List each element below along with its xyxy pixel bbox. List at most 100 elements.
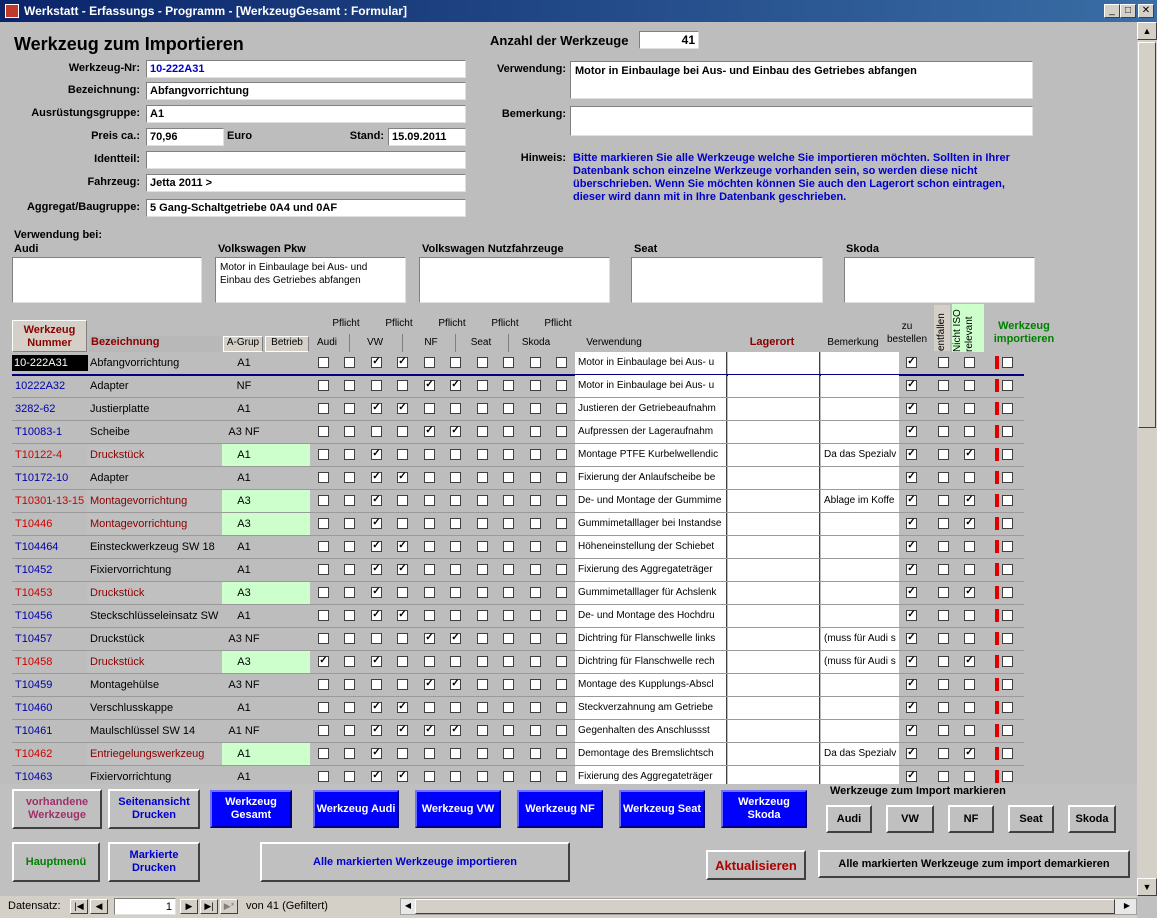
checkbox-nf[interactable] — [450, 518, 461, 529]
a-gruppe[interactable]: A1 — [222, 697, 266, 719]
checkbox-pflicht-skoda[interactable] — [530, 357, 541, 368]
checkbox-pflicht-nf[interactable] — [424, 449, 435, 460]
checkbox-pflicht-seat[interactable] — [477, 380, 488, 391]
checkbox-skoda[interactable] — [556, 518, 567, 529]
verwendung-cell[interactable]: De- und Montage der Gummime — [575, 490, 727, 512]
checkbox-pflicht-skoda[interactable] — [530, 403, 541, 414]
table-row[interactable]: T10462 Entriegelungswerkzeug A1 ✓ Demontage … — [0, 743, 1137, 766]
checkbox-vw[interactable]: ✓ — [397, 771, 408, 782]
checkbox-pflicht-vw[interactable]: ✓ — [371, 725, 382, 736]
verwendung-cell[interactable]: Steckverzahnung am Getriebe — [575, 697, 727, 719]
checkbox-seat[interactable] — [503, 541, 514, 552]
checkbox-pflicht-vw[interactable] — [371, 633, 382, 644]
checkbox-importieren[interactable] — [1002, 518, 1013, 529]
lagerort-cell[interactable] — [728, 651, 820, 673]
checkbox-seat[interactable] — [503, 426, 514, 437]
checkbox-pflicht-vw[interactable]: ✓ — [371, 656, 382, 667]
checkbox-pflicht-seat[interactable] — [477, 449, 488, 460]
checkbox-pflicht-vw[interactable]: ✓ — [371, 748, 382, 759]
checkbox-zb[interactable]: ✓ — [906, 518, 917, 529]
lagerort-cell[interactable] — [728, 674, 820, 696]
verwendung-cell[interactable]: Dichtring für Flanschwelle rech — [575, 651, 727, 673]
betrieb[interactable] — [266, 674, 310, 696]
checkbox-pflicht-seat[interactable] — [477, 587, 488, 598]
werkzeug-nummer[interactable]: T10172-10 — [12, 467, 88, 489]
verwendung-cell[interactable]: Motor in Einbaulage bei Aus- u — [575, 375, 727, 397]
checkbox-nf[interactable]: ✓ — [450, 380, 461, 391]
markierte-drucken-button[interactable]: Markierte Drucken — [108, 842, 200, 882]
a-gruppe[interactable]: A1 — [222, 467, 266, 489]
bemerkung-cell[interactable] — [821, 559, 899, 581]
checkbox-importieren[interactable] — [1002, 357, 1013, 368]
werkzeug-skoda-button[interactable]: Werkzeug Skoda — [721, 790, 807, 828]
checkbox-zb[interactable]: ✓ — [906, 495, 917, 506]
betrieb[interactable] — [266, 697, 310, 719]
checkbox-pflicht-seat[interactable] — [477, 656, 488, 667]
checkbox-pflicht-seat[interactable] — [477, 748, 488, 759]
checkbox-vw[interactable]: ✓ — [397, 610, 408, 621]
checkbox-pflicht-audi[interactable] — [318, 610, 329, 621]
lagerort-cell[interactable] — [728, 605, 820, 627]
checkbox-pflicht-skoda[interactable] — [530, 472, 541, 483]
checkbox-audi[interactable] — [344, 771, 355, 782]
werkzeug-nummer[interactable]: 10-222A31 — [12, 355, 88, 371]
werkzeug-bezeichnung[interactable]: Steckschlüsseleinsatz SW 1 — [87, 605, 222, 627]
checkbox-zb[interactable]: ✓ — [906, 426, 917, 437]
checkbox-pflicht-nf[interactable] — [424, 541, 435, 552]
checkbox-nf[interactable] — [450, 541, 461, 552]
checkbox-audi[interactable] — [344, 495, 355, 506]
checkbox-ent[interactable] — [938, 610, 949, 621]
stand-field[interactable]: 15.09.2011 — [388, 128, 466, 146]
checkbox-importieren[interactable] — [1002, 702, 1013, 713]
checkbox-audi[interactable] — [344, 610, 355, 621]
lagerort-cell[interactable] — [728, 766, 820, 784]
bemerkung-cell[interactable]: Da das Spezialv — [821, 743, 899, 765]
a-gruppe[interactable]: A3 — [222, 582, 266, 604]
checkbox-pflicht-vw[interactable]: ✓ — [371, 564, 382, 575]
checkbox-pflicht-seat[interactable] — [477, 357, 488, 368]
checkbox-pflicht-skoda[interactable] — [530, 587, 541, 598]
bemerkung-cell[interactable] — [821, 720, 899, 742]
table-row[interactable]: 10222A32 Adapter NF ✓ ✓ Motor in Einbaulage b… — [0, 375, 1137, 398]
checkbox-pflicht-audi[interactable] — [318, 495, 329, 506]
checkbox-skoda[interactable] — [556, 564, 567, 575]
checkbox-pflicht-nf[interactable] — [424, 495, 435, 506]
checkbox-pflicht-vw[interactable] — [371, 380, 382, 391]
a-gruppe[interactable]: A1 — [222, 444, 266, 466]
checkbox-pflicht-nf[interactable] — [424, 518, 435, 529]
werkzeug-nummer[interactable]: T10462 — [12, 743, 88, 765]
a-gruppe[interactable]: NF — [222, 375, 266, 397]
checkbox-importieren[interactable] — [1002, 771, 1013, 782]
checkbox-ent[interactable] — [938, 771, 949, 782]
betrieb[interactable] — [266, 352, 310, 374]
checkbox-ent[interactable] — [938, 426, 949, 437]
checkbox-seat[interactable] — [503, 495, 514, 506]
checkbox-nf[interactable] — [450, 587, 461, 598]
bemerkung-cell[interactable]: (muss für Audi s — [821, 651, 899, 673]
a-gruppe[interactable]: A1 — [222, 352, 266, 374]
checkbox-vw[interactable]: ✓ — [397, 541, 408, 552]
scroll-thumb[interactable] — [1138, 42, 1156, 428]
werkzeug-bezeichnung[interactable]: Justierplatte — [87, 398, 222, 420]
werkzeug-nummer[interactable]: T10301-13-15 — [12, 490, 88, 512]
checkbox-pflicht-seat[interactable] — [477, 403, 488, 414]
checkbox-pflicht-vw[interactable]: ✓ — [371, 771, 382, 782]
checkbox-skoda[interactable] — [556, 656, 567, 667]
checkbox-pflicht-seat[interactable] — [477, 472, 488, 483]
checkbox-iso[interactable] — [964, 633, 975, 644]
checkbox-pflicht-skoda[interactable] — [530, 449, 541, 460]
verwendung-cell[interactable]: Demontage des Bremslichtsch — [575, 743, 727, 765]
betrieb[interactable] — [266, 375, 310, 397]
maximize-button[interactable]: □ — [1120, 4, 1136, 18]
werkzeug-nummer[interactable]: T10460 — [12, 697, 88, 719]
checkbox-zb[interactable]: ✓ — [906, 403, 917, 414]
a-gruppe[interactable]: A1 — [222, 743, 266, 765]
lagerort-cell[interactable] — [728, 559, 820, 581]
bemerkung-cell[interactable] — [821, 766, 899, 784]
bemerkung-field[interactable] — [570, 106, 1033, 136]
checkbox-pflicht-nf[interactable] — [424, 656, 435, 667]
checkbox-zb[interactable]: ✓ — [906, 449, 917, 460]
werkzeug-bezeichnung[interactable]: Fixiervorrichtung — [87, 766, 222, 784]
checkbox-seat[interactable] — [503, 771, 514, 782]
table-row[interactable]: T10446 Montagevorrichtung A3 ✓ Gummimetallla… — [0, 513, 1137, 536]
